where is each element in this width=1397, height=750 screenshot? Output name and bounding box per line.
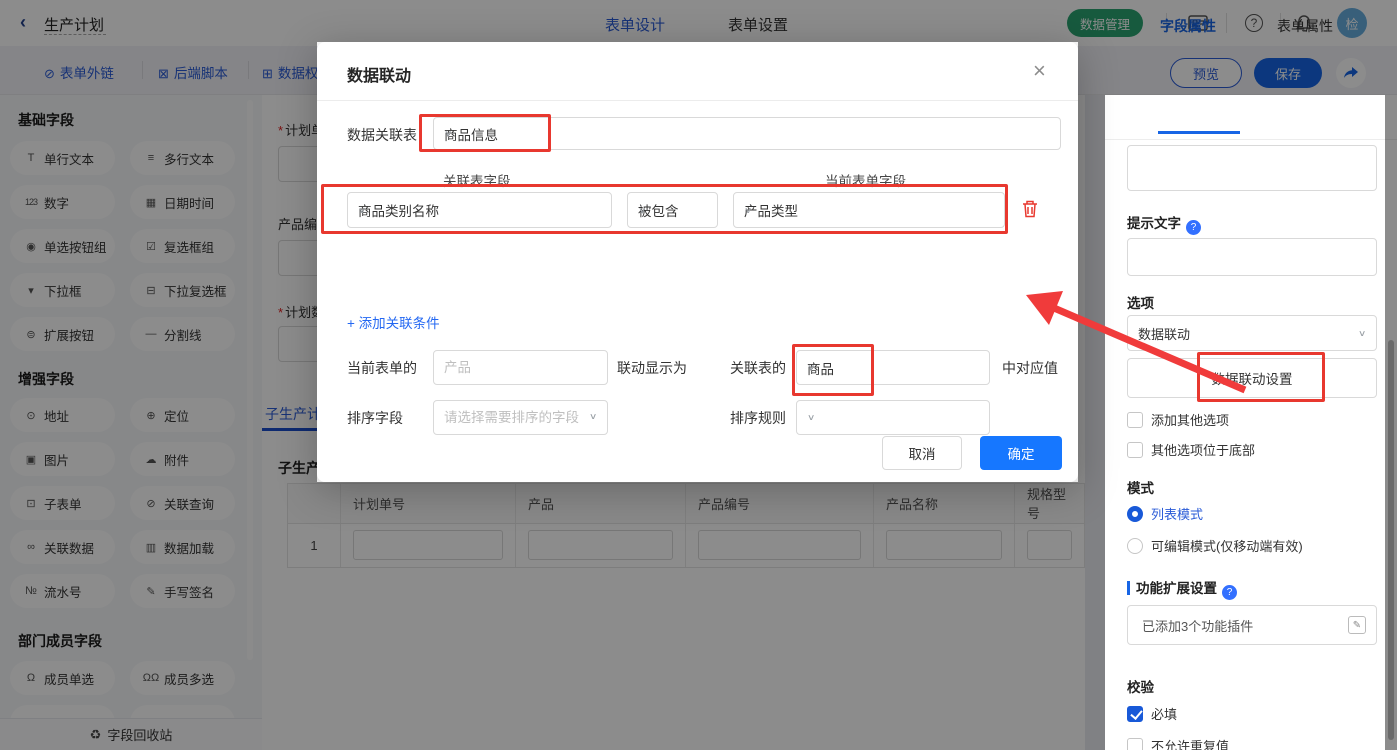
help-icon[interactable]: ? <box>1222 585 1237 600</box>
edit-icon[interactable]: ✎ <box>1348 616 1366 634</box>
current-form-label: 当前表单的 <box>347 358 417 378</box>
other-option-bottom-checkbox[interactable]: 其他选项位于底部 <box>1127 440 1255 459</box>
chevron-down-icon: ∨ <box>589 412 597 422</box>
show-as-label: 联动显示为 <box>617 358 687 378</box>
annotation-box-related-value <box>792 344 874 396</box>
current-form-field-input[interactable] <box>433 350 608 385</box>
annotation-box-linkage-setting <box>1197 352 1325 402</box>
modal-backdrop[interactable] <box>0 0 317 750</box>
list-mode-radio[interactable]: 列表模式 <box>1127 504 1203 523</box>
add-condition-link[interactable]: + 添加关联条件 <box>347 312 440 332</box>
validation-label: 校验 <box>1127 676 1154 696</box>
modal-backdrop[interactable] <box>317 482 1078 750</box>
value-of-label: 中对应值 <box>1002 358 1058 378</box>
radio-icon <box>1127 538 1143 554</box>
editable-mode-radio[interactable]: 可编辑模式(仅移动端有效) <box>1127 536 1303 555</box>
modal-backdrop[interactable] <box>1105 0 1385 95</box>
sort-rule-label: 排序规则 <box>730 408 786 428</box>
form-designer-app: ‹ 生产计划 表单设计 表单设置 数据管理 ? 检 ⊘表单外链 ⊠后端脚本 ⊞数… <box>0 0 1397 750</box>
sort-field-select[interactable] <box>433 400 608 435</box>
annotation-box-link-table <box>419 114 551 152</box>
radio-icon <box>1127 506 1143 522</box>
modal-backdrop[interactable] <box>1385 0 1397 750</box>
modal-backdrop[interactable] <box>1078 0 1105 750</box>
chevron-down-icon: ∨ <box>807 413 815 423</box>
annotation-box-condition-row <box>321 184 1008 234</box>
sort-rule-select[interactable]: ∨ <box>796 400 990 435</box>
divider <box>317 100 1078 101</box>
checkbox-icon <box>1127 412 1143 428</box>
checkbox-icon <box>1127 738 1143 750</box>
no-duplicate-checkbox[interactable]: 不允许重复值 <box>1127 736 1229 750</box>
checkbox-icon <box>1127 442 1143 458</box>
add-other-option-checkbox[interactable]: 添加其他选项 <box>1127 410 1229 429</box>
help-icon[interactable]: ? <box>1186 220 1201 235</box>
checkbox-checked-icon <box>1127 706 1143 722</box>
panel-empty-box[interactable] <box>1127 145 1377 191</box>
hint-text-label: 提示文字? <box>1127 212 1201 235</box>
options-source-select[interactable]: 数据联动∨ <box>1127 315 1377 351</box>
confirm-button[interactable]: 确定 <box>980 436 1062 470</box>
dialog-title: 数据联动 <box>347 62 411 86</box>
related-table-label: 关联表的 <box>730 358 786 378</box>
cancel-button[interactable]: 取消 <box>882 436 962 470</box>
close-icon[interactable]: × <box>1033 58 1046 84</box>
chevron-down-icon: ∨ <box>1358 328 1366 338</box>
extension-settings-label: 功能扩展设置? <box>1127 577 1237 600</box>
required-checkbox[interactable]: 必填 <box>1127 704 1177 723</box>
data-linkage-dialog: 数据联动 × 数据关联表 商品信息∨ 关联表字段 当前表单字段 商品类别名称∨ … <box>317 42 1078 482</box>
extension-summary-box[interactable]: 已添加3个功能插件✎ <box>1127 605 1377 645</box>
divider <box>1105 139 1397 140</box>
link-table-label: 数据关联表 <box>347 125 417 145</box>
section-bar <box>1127 581 1130 595</box>
active-tab-underline <box>1158 131 1240 134</box>
mode-label: 模式 <box>1127 477 1154 497</box>
options-label: 选项 <box>1127 292 1154 312</box>
hint-text-input[interactable] <box>1127 238 1377 276</box>
sort-field-label: 排序字段 <box>347 408 403 428</box>
modal-backdrop[interactable] <box>317 0 1078 42</box>
